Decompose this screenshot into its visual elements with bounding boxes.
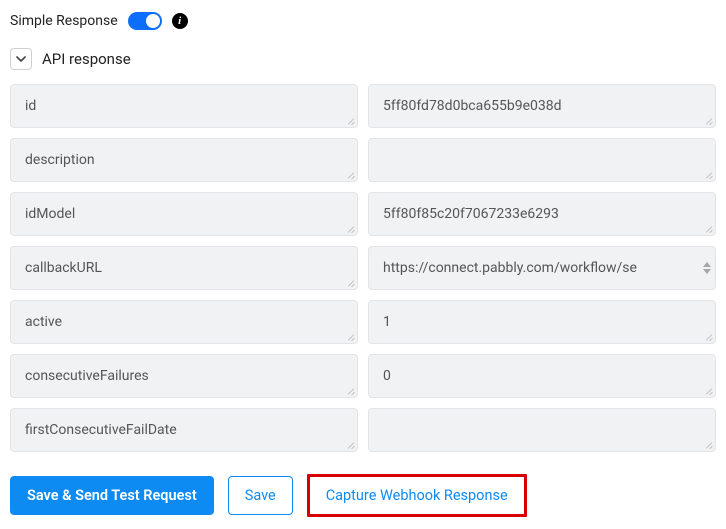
field-value[interactable]: 1: [368, 300, 716, 344]
field-value[interactable]: https://connect.pabbly.com/workflow/se: [368, 246, 716, 290]
fields-container: id 5ff80fd78d0bca655b9e038d description …: [10, 84, 716, 452]
info-icon[interactable]: i: [172, 13, 188, 29]
field-key[interactable]: callbackURL: [10, 246, 358, 290]
field-value[interactable]: 0: [368, 354, 716, 398]
field-value[interactable]: 5ff80f85c20f7067233e6293: [368, 192, 716, 236]
chevron-down-icon: [16, 54, 26, 64]
field-key[interactable]: consecutiveFailures: [10, 354, 358, 398]
field-row: consecutiveFailures 0: [10, 354, 716, 398]
capture-highlight: Capture Webhook Response: [307, 474, 527, 517]
field-key[interactable]: id: [10, 84, 358, 128]
simple-response-toggle[interactable]: [128, 12, 162, 30]
field-key[interactable]: idModel: [10, 192, 358, 236]
field-key[interactable]: description: [10, 138, 358, 182]
field-row: active 1: [10, 300, 716, 344]
field-row: description: [10, 138, 716, 182]
capture-webhook-response-button[interactable]: Capture Webhook Response: [316, 479, 518, 512]
simple-response-label: Simple Response: [10, 13, 118, 29]
field-row: idModel 5ff80f85c20f7067233e6293: [10, 192, 716, 236]
api-response-section-header: API response: [10, 48, 716, 70]
field-row: firstConsecutiveFailDate: [10, 408, 716, 452]
field-row: callbackURL https://connect.pabbly.com/w…: [10, 246, 716, 290]
scroll-arrows-icon: [703, 262, 711, 274]
field-key[interactable]: firstConsecutiveFailDate: [10, 408, 358, 452]
buttons-row: Save & Send Test Request Save Capture We…: [10, 474, 716, 517]
save-button[interactable]: Save: [228, 476, 293, 515]
save-send-test-request-button[interactable]: Save & Send Test Request: [10, 476, 214, 515]
collapse-toggle[interactable]: [10, 48, 32, 70]
field-value[interactable]: [368, 408, 716, 452]
field-value[interactable]: 5ff80fd78d0bca655b9e038d: [368, 84, 716, 128]
field-row: id 5ff80fd78d0bca655b9e038d: [10, 84, 716, 128]
field-value[interactable]: [368, 138, 716, 182]
simple-response-row: Simple Response i: [10, 12, 716, 30]
section-title: API response: [42, 50, 131, 68]
field-key[interactable]: active: [10, 300, 358, 344]
